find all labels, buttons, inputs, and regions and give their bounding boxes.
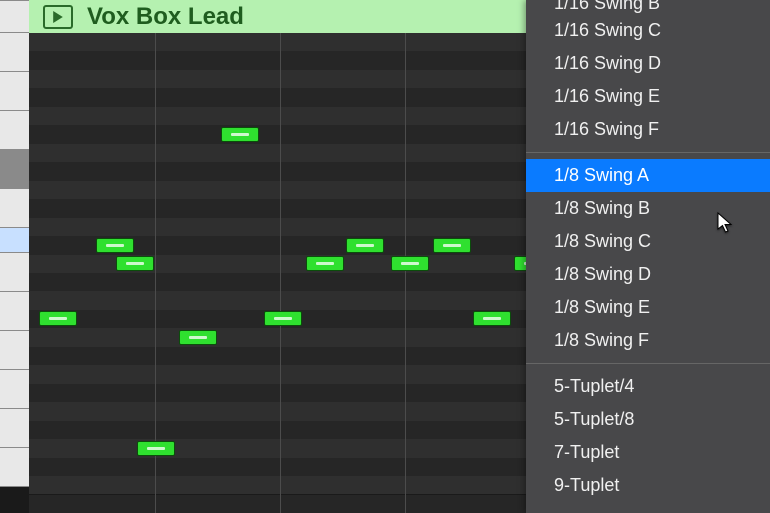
- midi-note[interactable]: [179, 330, 217, 345]
- track-title: Vox Box Lead: [87, 3, 244, 31]
- menu-separator: [526, 363, 770, 364]
- grid-beat-line: [405, 33, 406, 513]
- quantize-menu-item[interactable]: 1/16 Swing B: [526, 0, 770, 14]
- quantize-menu-item[interactable]: 1/16 Swing E: [526, 80, 770, 113]
- quantize-menu-item[interactable]: 1/8 Swing D: [526, 258, 770, 291]
- midi-note[interactable]: [306, 256, 344, 271]
- quantize-menu-item[interactable]: 5-Tuplet/4: [526, 370, 770, 403]
- midi-note[interactable]: [264, 311, 302, 326]
- midi-note[interactable]: [473, 311, 511, 326]
- midi-note[interactable]: [221, 127, 259, 142]
- quantize-menu-item[interactable]: 1/8 Swing F: [526, 324, 770, 357]
- grid-beat-line: [280, 33, 281, 513]
- midi-note[interactable]: [137, 441, 175, 456]
- midi-note[interactable]: [39, 311, 77, 326]
- quantize-menu-item[interactable]: 1/8 Swing A: [526, 159, 770, 192]
- quantize-menu-item[interactable]: 1/8 Swing C: [526, 225, 770, 258]
- midi-note[interactable]: [391, 256, 429, 271]
- quantize-menu-item[interactable]: 9-Tuplet: [526, 469, 770, 502]
- quantize-menu-item[interactable]: 1/16 Swing C: [526, 14, 770, 47]
- quantize-menu-item[interactable]: 5-Tuplet/8: [526, 403, 770, 436]
- quantize-menu[interactable]: 1/16 Swing B1/16 Swing C1/16 Swing D1/16…: [526, 0, 770, 513]
- midi-note[interactable]: [96, 238, 134, 253]
- midi-note[interactable]: [433, 238, 471, 253]
- piano-keys-gutter: [0, 0, 29, 513]
- midi-note[interactable]: [116, 256, 154, 271]
- quantize-menu-item[interactable]: 1/16 Swing F: [526, 113, 770, 146]
- quantize-menu-item[interactable]: 1/8 Swing B: [526, 192, 770, 225]
- loop-play-icon[interactable]: [43, 5, 73, 29]
- quantize-menu-item[interactable]: 1/16 Swing D: [526, 47, 770, 80]
- midi-note[interactable]: [346, 238, 384, 253]
- quantize-menu-item[interactable]: 1/8 Swing E: [526, 291, 770, 324]
- menu-separator: [526, 152, 770, 153]
- quantize-menu-item[interactable]: 7-Tuplet: [526, 436, 770, 469]
